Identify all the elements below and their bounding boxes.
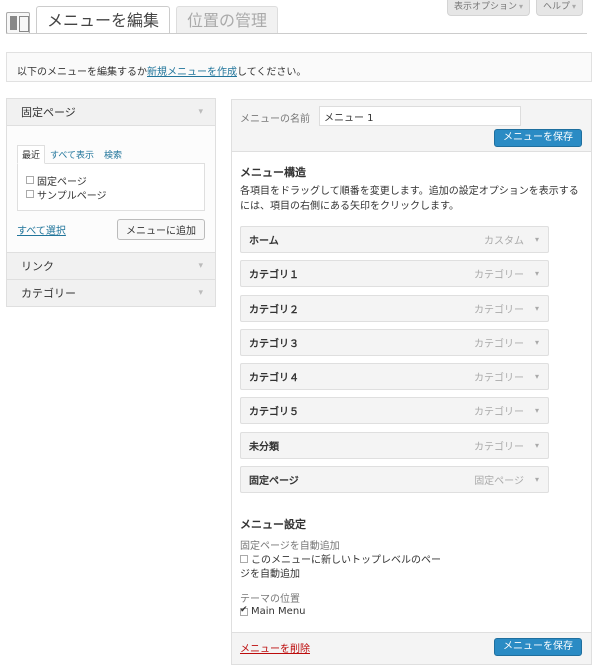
chevron-down-icon[interactable]: ▾: [535, 441, 539, 450]
menu-item-title: カテゴリ４: [249, 373, 299, 385]
menu-item[interactable]: 未分類 カテゴリー ▾: [240, 431, 549, 459]
chevron-down-icon[interactable]: ▾: [535, 475, 539, 484]
menu-item[interactable]: カテゴリ５ カテゴリー ▾: [240, 397, 549, 425]
chevron-down-icon[interactable]: ▾: [535, 338, 539, 347]
accordion-links[interactable]: リンク ▾: [6, 252, 216, 280]
menu-item-type: カテゴリー: [474, 338, 524, 350]
screen-meta-links: 表示オプション ▾ ヘルプ ▾: [446, 0, 583, 16]
menu-item-title: カテゴリ２: [249, 304, 299, 316]
chevron-down-icon[interactable]: ▾: [535, 406, 539, 415]
tab-manage-locations[interactable]: 位置の管理: [176, 6, 279, 34]
chevron-down-icon[interactable]: ▾: [535, 235, 539, 244]
menu-item[interactable]: カテゴリ２ カテゴリー ▾: [240, 294, 549, 322]
menu-item-type: カテゴリー: [474, 407, 524, 419]
chevron-down-icon: ▾: [198, 261, 203, 271]
auto-add-text: このメニューに新しいトップレベルのページを自動追加: [240, 555, 441, 580]
tab-edit-menus[interactable]: メニューを編集: [36, 6, 171, 34]
menu-item-type: カスタム: [484, 236, 524, 247]
menus-icon: [6, 12, 30, 34]
accordion-categories-title: カテゴリー: [21, 287, 76, 300]
menu-item[interactable]: ホーム カスタム ▾: [240, 226, 549, 253]
menu-item-type: カテゴリー: [474, 441, 524, 453]
menu-item-type: 固定ページ: [474, 476, 524, 488]
delete-menu-link[interactable]: メニューを削除: [240, 640, 310, 655]
menu-settings-column: 固定ページ ▾ 最近 すべて表示 検索 固定ページ サンプルページ すべて選択 …: [6, 98, 216, 307]
chevron-down-icon: ▾: [571, 2, 576, 11]
menu-item-title: カテゴリ１: [249, 270, 299, 282]
menu-name-input[interactable]: [319, 106, 521, 126]
chevron-down-icon: ▾: [198, 107, 203, 117]
save-menu-button[interactable]: メニューを保存: [494, 129, 582, 147]
theme-location-option: Main Menu: [240, 605, 306, 617]
notice-prefix: 以下のメニューを編集するか: [17, 67, 147, 78]
header-divider: [6, 33, 587, 34]
auto-add-checkbox[interactable]: [240, 555, 248, 563]
chevron-down-icon: ▾: [198, 288, 203, 298]
menu-item-type: カテゴリー: [474, 373, 524, 385]
menu-items-list: ホーム カスタム ▾ カテゴリ１ カテゴリー ▾ カテゴリ２ カテゴリー ▾ カ…: [240, 226, 549, 500]
menu-management: メニューの名前 メニューを保存 メニュー構造 各項目をドラッグして順番を変更しま…: [231, 99, 592, 665]
menu-name-label: メニューの名前: [240, 114, 310, 125]
select-all-link[interactable]: すべて選択: [17, 222, 66, 237]
help-button[interactable]: ヘルプ ▾: [535, 0, 583, 16]
screen-options-button[interactable]: 表示オプション ▾: [446, 0, 530, 16]
notice-suffix: してください。: [237, 67, 307, 78]
menu-item[interactable]: カテゴリ４ カテゴリー ▾: [240, 363, 549, 391]
menu-item-title: 固定ページ: [249, 476, 299, 488]
menu-item[interactable]: カテゴリ１ カテゴリー ▾: [240, 260, 549, 288]
chevron-down-icon[interactable]: ▾: [535, 304, 539, 313]
menu-footer: メニューを削除 メニューを保存: [232, 632, 591, 664]
accordion-links-title: リンク: [21, 260, 54, 273]
theme-location-label: テーマの位置: [240, 594, 300, 605]
auto-add-label: 固定ページを自動追加: [240, 541, 340, 552]
menu-settings-title: メニュー設定: [240, 518, 306, 531]
pages-actions: すべて選択 メニューに追加: [17, 219, 205, 240]
page-checkbox[interactable]: [26, 190, 34, 198]
menu-item-type: カテゴリー: [474, 304, 524, 316]
accordion-categories[interactable]: カテゴリー ▾: [6, 279, 216, 307]
menu-item[interactable]: カテゴリ３ カテゴリー ▾: [240, 328, 549, 356]
save-menu-button-bottom[interactable]: メニューを保存: [494, 638, 582, 656]
page-checkbox[interactable]: [26, 176, 34, 184]
pages-checklist: 固定ページ サンプルページ: [17, 163, 205, 211]
chevron-down-icon[interactable]: ▾: [535, 372, 539, 381]
help-label: ヘルプ: [542, 2, 570, 12]
tab-most-recent[interactable]: 最近: [17, 145, 46, 164]
menu-structure-title: メニュー構造: [240, 166, 306, 179]
list-item: サンプルページ: [26, 187, 196, 202]
menu-structure-description: 各項目をドラッグして順番を変更します。追加の設定オプションを表示するには、項目の…: [240, 186, 579, 212]
manage-menus-notice: 以下のメニューを編集するか新規メニューを作成してください。: [6, 52, 592, 82]
accordion-pages[interactable]: 固定ページ ▾: [6, 98, 216, 126]
page-header: メニューを編集 位置の管理: [6, 6, 284, 34]
accordion-pages-content: 最近 すべて表示 検索 固定ページ サンプルページ すべて選択 メニューに追加: [6, 126, 216, 253]
main-menu-label: Main Menu: [251, 606, 306, 617]
menu-item-title: カテゴリ３: [249, 338, 299, 350]
main-menu-checkbox[interactable]: [240, 605, 248, 616]
menu-header: メニューの名前 メニューを保存: [232, 100, 591, 152]
menu-item-type: カテゴリー: [474, 270, 524, 282]
chevron-down-icon: ▾: [518, 2, 523, 11]
create-new-menu-link[interactable]: 新規メニューを作成: [147, 67, 237, 78]
list-item: 固定ページ: [26, 173, 196, 188]
pages-tabs: 最近 すべて表示 検索: [17, 145, 205, 164]
tab-search[interactable]: 検索: [99, 145, 127, 164]
auto-add-option: このメニューに新しいトップレベルのページを自動追加: [240, 554, 450, 582]
tab-view-all[interactable]: すべて表示: [45, 145, 99, 164]
menu-item[interactable]: 固定ページ 固定ページ ▾: [240, 466, 549, 494]
screen-options-label: 表示オプション: [453, 2, 517, 12]
menu-item-title: ホーム: [249, 236, 279, 247]
page-label: 固定ページ: [37, 176, 87, 188]
chevron-down-icon[interactable]: ▾: [535, 269, 539, 278]
menu-item-title: 未分類: [249, 441, 279, 453]
page-label: サンプルページ: [37, 190, 107, 202]
add-to-menu-button[interactable]: メニューに追加: [117, 219, 205, 240]
accordion-pages-title: 固定ページ: [21, 106, 76, 119]
menu-item-title: カテゴリ５: [249, 407, 299, 419]
